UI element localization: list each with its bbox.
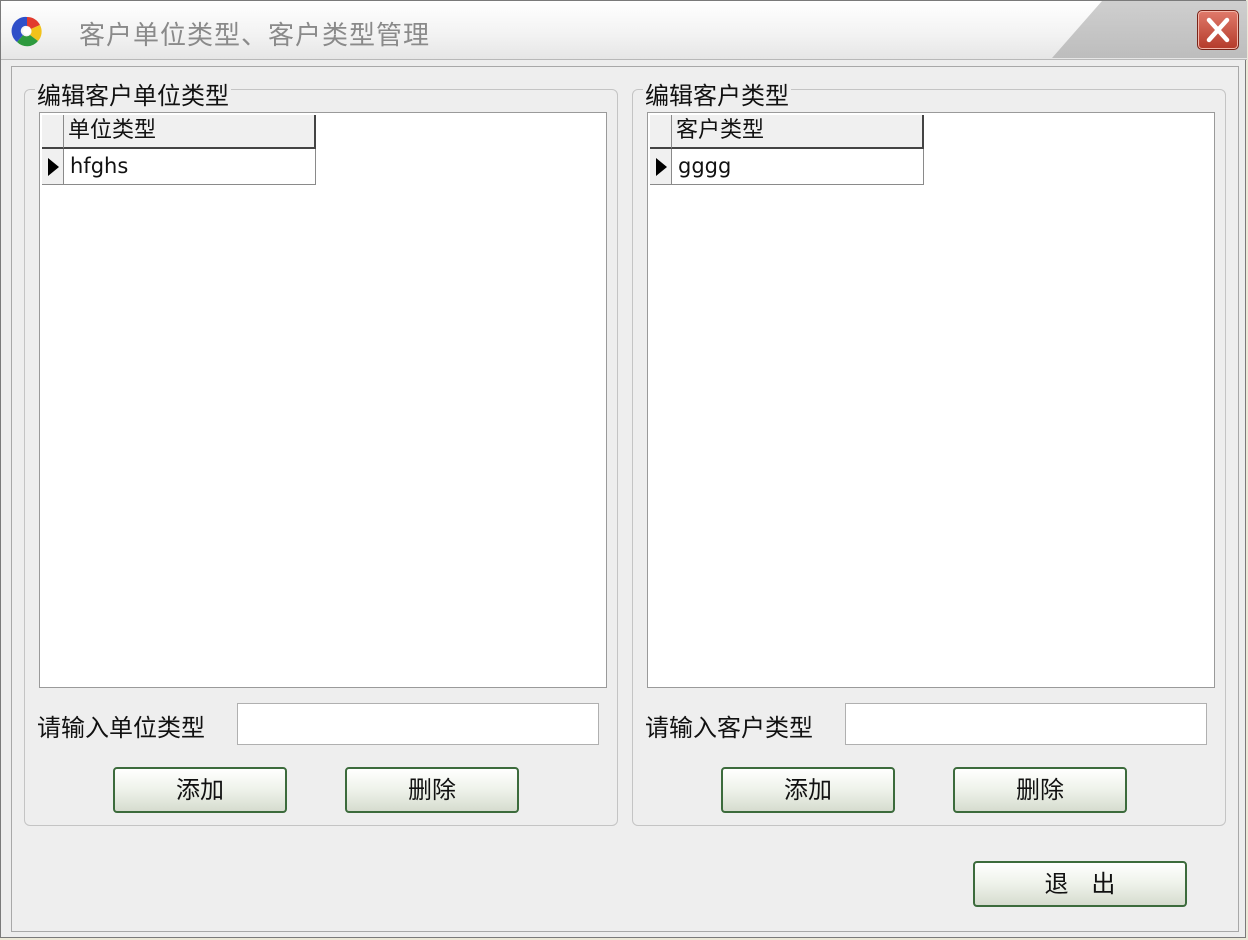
customer-type-grid[interactable]: 客户类型 gggg	[647, 112, 1215, 688]
unit-type-group-title: 编辑客户单位类型	[35, 76, 231, 111]
exit-button[interactable]: 退 出	[973, 861, 1187, 907]
title-bar[interactable]: 客户单位类型、客户类型管理	[1, 1, 1247, 60]
close-icon	[1206, 17, 1230, 43]
unit-type-input[interactable]	[237, 703, 599, 745]
unit-type-grid[interactable]: 单位类型 hfghs	[39, 112, 607, 688]
row-pointer-icon	[48, 158, 59, 176]
close-button[interactable]	[1197, 10, 1239, 50]
customer-type-group: 编辑客户类型 客户类型 gggg 请输入客户类型 添加 删除	[632, 76, 1226, 826]
dialog-window: 客户单位类型、客户类型管理 编辑客户单位类型 单位类型 hfghs 请输入单位类…	[0, 0, 1247, 938]
row-pointer-icon	[656, 158, 667, 176]
delete-unit-type-button[interactable]: 删除	[345, 767, 519, 813]
grid-indicator-header	[650, 115, 672, 149]
customer-type-row-cell[interactable]: gggg	[672, 149, 924, 185]
delete-customer-type-button[interactable]: 删除	[953, 767, 1127, 813]
row-indicator[interactable]	[650, 149, 672, 185]
customer-type-column-header[interactable]: 客户类型	[672, 115, 924, 149]
window-title: 客户单位类型、客户类型管理	[79, 21, 431, 51]
row-indicator[interactable]	[42, 149, 64, 185]
add-unit-type-button[interactable]: 添加	[113, 767, 287, 813]
unit-type-input-label: 请输入单位类型	[37, 714, 205, 742]
app-logo-icon	[11, 16, 42, 47]
grid-indicator-header	[42, 115, 64, 149]
customer-type-input-label: 请输入客户类型	[645, 714, 813, 742]
customer-type-group-title: 编辑客户类型	[643, 76, 791, 111]
add-customer-type-button[interactable]: 添加	[721, 767, 895, 813]
unit-type-row-cell[interactable]: hfghs	[64, 149, 316, 185]
unit-type-group: 编辑客户单位类型 单位类型 hfghs 请输入单位类型 添加 删除	[24, 76, 618, 826]
unit-type-column-header[interactable]: 单位类型	[64, 115, 316, 149]
customer-type-input[interactable]	[845, 703, 1207, 745]
